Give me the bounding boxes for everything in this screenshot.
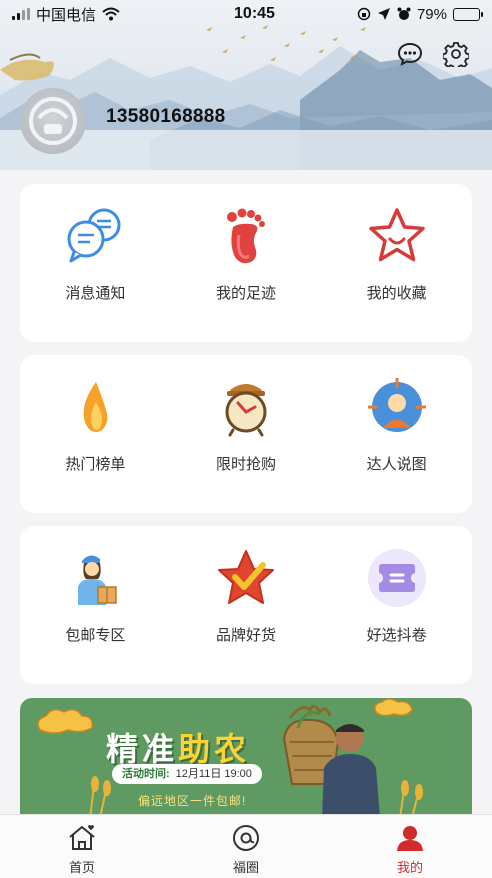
- grid-item-coupons[interactable]: 好选抖卷: [332, 546, 462, 645]
- gear-icon: [443, 42, 469, 67]
- grid-item-expert-talk[interactable]: 达人说图: [332, 375, 462, 474]
- grid-label: 限时抢购: [215, 456, 276, 473]
- flame-icon: [83, 382, 108, 432]
- alarm-icon: [397, 7, 411, 20]
- profile-header: 中国电信 10:45 79% 13580168888: [0, 0, 492, 170]
- promo-time-value: 12月11日 19:00: [175, 768, 252, 780]
- settings-button[interactable]: [442, 40, 470, 68]
- home-icon: [69, 825, 95, 850]
- grid-label: 热门榜单: [65, 456, 126, 473]
- farmer-illustration: [282, 705, 380, 818]
- tab-label: 首页: [68, 860, 95, 875]
- cloud-icon: [37, 709, 94, 734]
- chat-bubbles-icon: [67, 208, 121, 263]
- grid-item-brand-goods[interactable]: 品牌好货: [181, 546, 311, 645]
- default-avatar-icon: [29, 97, 77, 145]
- avatar[interactable]: [20, 88, 86, 154]
- grid-label: 我的足迹: [215, 285, 276, 302]
- courier-icon: [78, 555, 118, 605]
- user-icon: [397, 826, 423, 851]
- grid-label: 达人说图: [366, 456, 427, 473]
- grid-item-hot-list[interactable]: 热门榜单: [30, 375, 160, 474]
- promo-time: 活动时间: 12月11日 19:00: [112, 764, 262, 784]
- signal-icon: [12, 8, 30, 20]
- location-icon: [377, 8, 390, 20]
- star-outline-icon: [368, 208, 425, 262]
- user-phone-number: 13580168888: [106, 106, 226, 127]
- coupon-icon: [367, 549, 426, 607]
- shortcut-card-1: 消息通知 我的足迹 我的收藏: [20, 184, 472, 342]
- status-bar: 中国电信 10:45 79%: [0, 0, 492, 28]
- shortcut-card-2: 热门榜单 限时抢购 达人说图: [20, 355, 472, 513]
- promo-subtitle: 偏远地区一件包邮!: [138, 794, 247, 808]
- tab-label: 福圈: [232, 860, 259, 875]
- promo-title-part2: 助农: [178, 731, 251, 767]
- grid-label: 我的收藏: [366, 285, 427, 302]
- promo-title-part1: 精准: [106, 731, 179, 767]
- grid-item-flash-sale[interactable]: 限时抢购: [181, 375, 311, 474]
- wifi-icon: [102, 7, 120, 21]
- grid-item-favorites[interactable]: 我的收藏: [332, 204, 462, 303]
- circle-icon: [233, 825, 259, 851]
- promo-time-label: 活动时间:: [122, 768, 170, 780]
- grid-label: 消息通知: [65, 285, 126, 302]
- grid-label: 好选抖卷: [366, 627, 427, 644]
- promo-banner[interactable]: 精准助农 活动时间: 12月11日 19:00 偏远地区一件包邮!: [20, 698, 472, 818]
- check-star-icon: [217, 550, 274, 604]
- grid-label: 品牌好货: [215, 627, 276, 644]
- tab-mine[interactable]: 我的: [350, 823, 470, 876]
- carrier-label: 中国电信: [36, 6, 97, 24]
- grid-item-footprint[interactable]: 我的足迹: [181, 204, 311, 303]
- shortcut-card-3: 包邮专区 品牌好货 好选抖卷: [20, 526, 472, 684]
- battery-icon: [453, 7, 483, 21]
- grid-item-messages[interactable]: 消息通知: [30, 204, 160, 303]
- lock-rotation-icon: [357, 7, 371, 21]
- bottom-tab-bar: 首页 福圈 我的: [0, 814, 492, 878]
- tab-circle[interactable]: 福圈: [186, 823, 306, 876]
- grid-label: 包邮专区: [65, 627, 126, 644]
- grid-item-free-shipping[interactable]: 包邮专区: [30, 546, 160, 645]
- tab-label: 我的: [396, 860, 423, 875]
- battery-percent: 79%: [416, 5, 447, 23]
- message-icon: [397, 42, 423, 66]
- tab-home[interactable]: 首页: [22, 823, 142, 876]
- alarm-clock-icon: [225, 384, 267, 437]
- target-person-icon: [367, 378, 426, 432]
- status-time: 10:45: [234, 5, 275, 22]
- footprint-icon: [226, 208, 265, 264]
- message-button[interactable]: [396, 40, 424, 68]
